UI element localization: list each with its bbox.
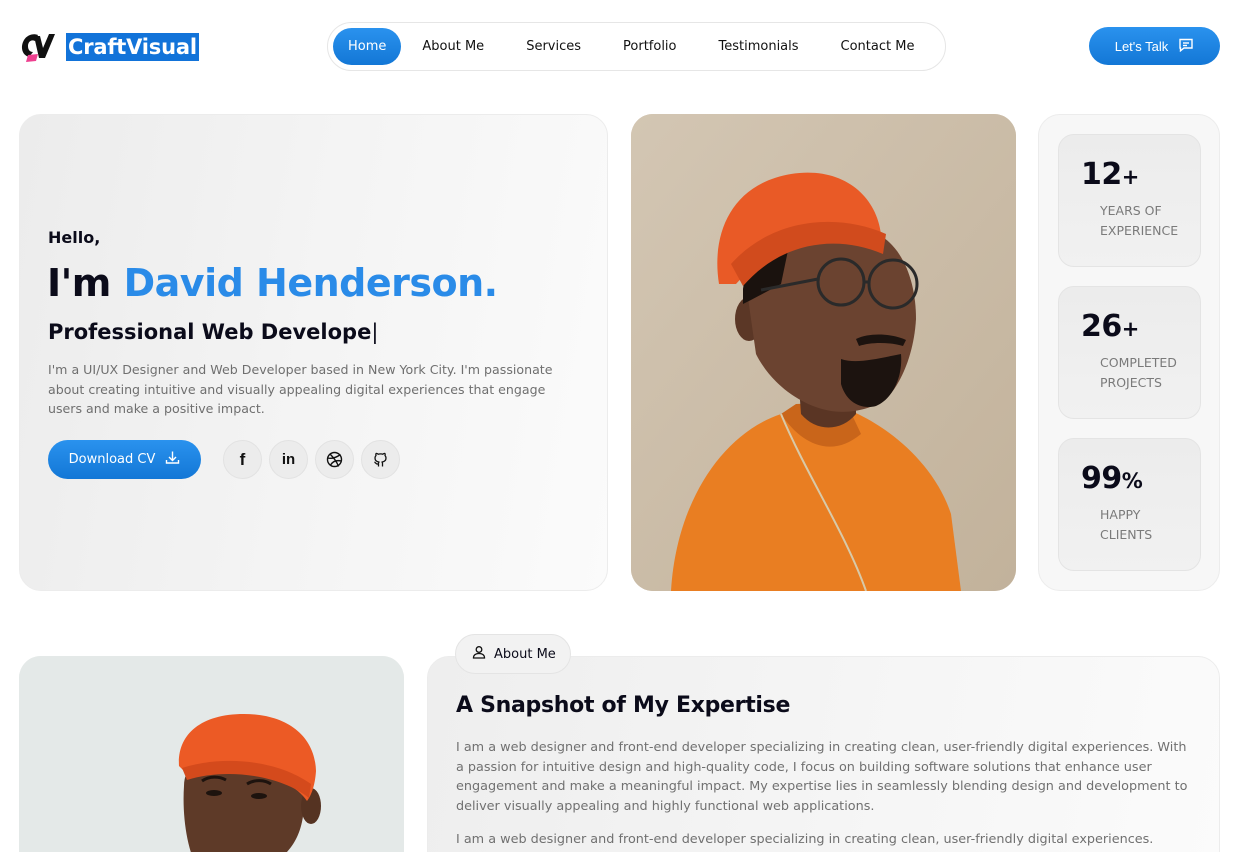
download-icon [165,450,180,469]
stat-number: 26 [1081,309,1122,344]
lets-talk-label: Let's Talk [1114,38,1169,54]
download-cv-label: Download CV [68,452,156,467]
nav-services[interactable]: Services [505,28,602,65]
stat-value: 26+ [1081,309,1139,344]
github-icon[interactable] [361,440,400,479]
social-links: f in [223,440,400,479]
about-portrait-image [19,656,404,852]
about-title: A Snapshot of My Expertise [456,693,791,718]
typing-caret: | [371,320,379,344]
stat-suffix: + [1121,165,1140,189]
stat-value: 12+ [1081,157,1139,192]
facebook-glyph: f [239,449,246,469]
nav-contact-me[interactable]: Contact Me [820,28,936,65]
stat-card-experience: 12+ YEARS OF EXPERIENCE [1058,134,1201,267]
about-me-tab[interactable]: About Me [455,634,571,674]
stat-number: 99 [1081,461,1122,496]
nav-home[interactable]: Home [333,28,402,65]
linkedin-icon[interactable]: in [269,440,308,479]
hero-greeting: Hello, [48,228,101,247]
stat-label: COMPLETED PROJECTS [1100,355,1177,390]
stat-label: HAPPY CLIENTS [1100,507,1153,542]
hero-im-prefix: I'm [47,261,124,305]
hero-role-text: Professional Web Develope [48,320,372,344]
linkedin-glyph: in [281,451,296,468]
hero-card: Hello, I'm David Henderson. Professional… [19,114,608,591]
stat-value: 99% [1081,461,1143,496]
stat-number: 12 [1081,157,1122,192]
about-paragraph: I am a web designer and front-end develo… [456,740,1188,814]
hero-role: Professional Web Develope| [48,320,378,344]
stat-suffix: + [1121,317,1140,341]
main-nav: Home About Me Services Portfolio Testimo… [327,22,946,71]
nav-testimonials[interactable]: Testimonials [698,28,820,65]
about-me-tab-label: About Me [494,646,556,662]
brand-name: CraftVisual [66,33,199,61]
logo-mark-icon [20,30,56,64]
user-icon [472,645,486,663]
stat-card-clients: 99% HAPPY CLIENTS [1058,438,1201,571]
nav-portfolio[interactable]: Portfolio [602,28,697,65]
about-paragraph: I am a web designer and front-end develo… [456,832,1154,847]
stat-label: YEARS OF EXPERIENCE [1100,203,1179,238]
chat-icon [1178,38,1194,55]
stat-suffix: % [1121,469,1143,493]
stat-card-projects: 26+ COMPLETED PROJECTS [1058,286,1201,419]
download-cv-button[interactable]: Download CV [48,440,201,479]
hero-bio: I'm a UI/UX Designer and Web Developer b… [48,362,553,417]
lets-talk-button[interactable]: Let's Talk [1089,27,1220,65]
stats-panel: 12+ YEARS OF EXPERIENCE 26+ COMPLETED PR… [1038,114,1220,591]
dribbble-icon[interactable] [315,440,354,479]
facebook-icon[interactable]: f [223,440,262,479]
hero-name: David Henderson. [123,261,498,305]
hero-heading: I'm David Henderson. [47,261,498,305]
hero-portrait-image [631,114,1016,591]
nav-about-me[interactable]: About Me [401,28,505,65]
brand-logo[interactable]: CraftVisual [20,30,199,64]
